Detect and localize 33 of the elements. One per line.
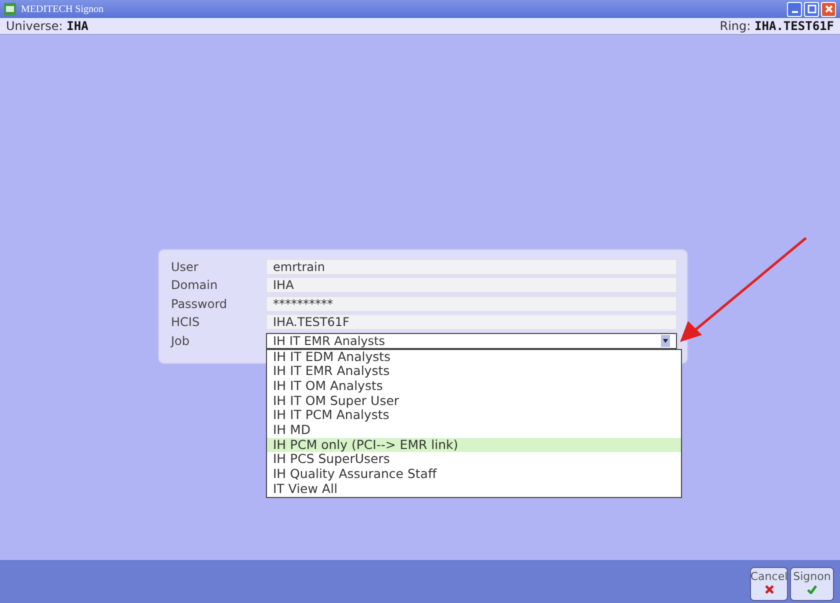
check-icon [807, 585, 817, 594]
dropdown-option[interactable]: IH MD [267, 422, 681, 438]
input-field[interactable]: IHA.TEST61F [266, 314, 677, 330]
field-label: Domain [171, 278, 219, 292]
maximize-button[interactable] [804, 2, 819, 16]
window-title: MEDITECH Signon [21, 4, 104, 14]
cross-icon [764, 585, 774, 594]
field-label: HCIS [171, 315, 201, 329]
minimize-button[interactable] [787, 2, 802, 16]
dropdown-option[interactable]: IH IT EMR Analysts [267, 364, 681, 379]
dropdown-option[interactable]: IH IT OM Super User [267, 394, 681, 408]
dropdown-option[interactable]: IH IT EDM Analysts [267, 350, 681, 364]
close-button[interactable] [821, 2, 836, 16]
input-field[interactable]: ********** [266, 296, 677, 312]
maximize-icon [806, 4, 816, 14]
input-field[interactable]: emrtrain [266, 258, 677, 274]
dropdown-option[interactable]: IH IT OM Analysts [267, 378, 681, 394]
signon-button[interactable]: Signon [790, 567, 834, 601]
universe-label: Universe: IHA [6, 19, 88, 33]
cancel-button[interactable]: Cancel [750, 567, 788, 601]
close-icon [824, 4, 834, 14]
field-label: User [171, 260, 200, 274]
app-icon [4, 3, 16, 15]
ring-label: Ring: IHA.TEST61F [720, 19, 834, 33]
input-field[interactable]: IHA [266, 277, 677, 293]
dropdown-option[interactable]: IH PCM only (PCI--> EMR link) [267, 438, 681, 452]
field-label: Job [171, 334, 190, 348]
dropdown-option[interactable]: IT View All [267, 482, 681, 496]
field-label: Password [171, 296, 228, 310]
dropdown-option[interactable]: IH IT PCM Analysts [267, 408, 681, 423]
dropdown-option[interactable]: IH PCS SuperUsers [267, 452, 681, 467]
dropdown-option[interactable]: IH Quality Assurance Staff [267, 467, 681, 482]
minimize-icon [792, 11, 798, 13]
